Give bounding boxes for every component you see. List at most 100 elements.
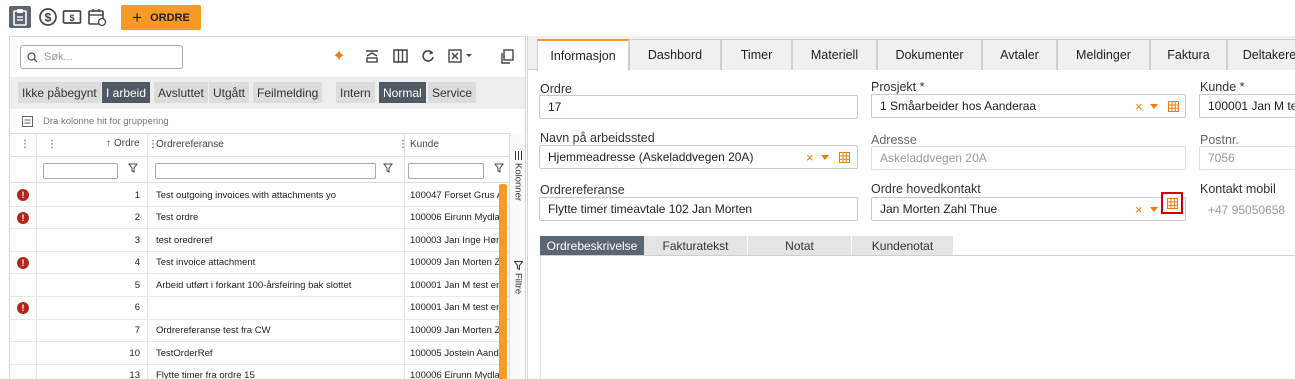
cell-kunde: 100001 Jan M test en... [410,279,500,291]
new-order-button[interactable]: + ORDRE [121,5,201,30]
table-row[interactable]: ! 2 Test ordre 100006 Eirunn Mydla... [10,207,509,230]
prosjekt-select[interactable]: 1 Småarbeider hos Aanderaa × [871,94,1186,118]
dollar-circle-icon[interactable]: $ [37,6,59,28]
money-icon[interactable]: $ [61,6,83,28]
filtre-label: Filtre [512,273,524,295]
filtre-side-tab[interactable]: Filtre [510,261,525,295]
ordre-label: Ordre [540,82,572,96]
cell-ordre: 2 [134,212,140,224]
search-placeholder: Søk... [44,51,73,63]
filter-icon[interactable] [494,163,504,173]
table-row[interactable]: 7 Ordrereferanse test fra CW 100009 Jan … [10,320,509,343]
subtab-ordrebeskrivelse[interactable]: Ordrebeskrivelse [540,236,644,255]
clipboard-icon[interactable] [9,6,31,28]
filter-avsluttet[interactable]: Avsluttet [154,82,208,103]
table-row[interactable]: ! 1 Test outgoing invoices with attachme… [10,184,509,207]
filter-intern[interactable]: Intern [336,82,375,103]
cell-ordre: 1 [134,189,140,201]
hovedkontakt-select[interactable]: Jan Morten Zahl Thue × [871,197,1186,221]
cell-kunde: 100001 Jan M test en... [410,302,500,314]
filter-feilmelding[interactable]: Feilmelding [253,82,323,103]
subtab-fakturatekst[interactable]: Fakturatekst [644,236,747,255]
warning-icon: ! [17,207,29,229]
kolonner-side-tab[interactable]: Kolonner [510,151,525,201]
status-filter-bar: Ikke påbegynt I arbeid Avsluttet Utgått … [10,77,525,109]
clear-icon[interactable]: × [1135,99,1143,114]
column-ordrereferanse[interactable]: Ordrereferanse [156,139,224,150]
row-height-icon[interactable] [363,47,381,65]
columns-small-icon [514,151,523,160]
cell-ordrereferanse: Test ordre [156,212,199,224]
cell-ordrereferanse: Flytte timer fra ordre 15 [156,370,255,379]
contact-lookup-icon[interactable] [1161,192,1183,214]
mobil-value: +47 95050658 [1208,203,1286,217]
warning-icon: ! [17,252,29,274]
mobil-label: Kontakt mobil [1200,182,1276,196]
tab-timer[interactable]: Timer [721,39,792,70]
group-drop-zone[interactable]: Dra kolonne hit for gruppering [10,109,525,133]
tab-materiell[interactable]: Materiell [792,39,877,70]
refresh-icon[interactable] [419,47,437,65]
postnr-value: 7056 [1208,151,1235,165]
filter-normal[interactable]: Normal [379,82,426,103]
kunde-filter-input[interactable] [408,163,484,179]
search-input[interactable]: Søk... [20,45,183,69]
filter-ikke-pabegynt[interactable]: Ikke påbegynt [18,82,101,103]
adresse-field: Askeladdvegen 20A [871,146,1186,170]
tab-deltakere[interactable]: Deltakere [1227,39,1295,70]
table-row[interactable]: ! 6 100001 Jan M test en... [10,297,509,320]
warning-icon: ! [17,184,29,206]
ordre-filter-input[interactable] [43,163,118,179]
arbeidssted-select[interactable]: Hjemmeadresse (Askeladdvegen 20A) × [539,145,858,169]
columns-icon[interactable] [391,47,409,65]
tab-dokumenter[interactable]: Dokumenter [877,39,982,70]
filter-service[interactable]: Service [428,82,477,103]
filter-i-arbeid[interactable]: I arbeid [102,82,151,103]
cell-kunde: 100009 Jan Morten Z... [410,325,500,337]
calendar-refresh-icon[interactable] [86,6,108,28]
table-row[interactable]: 13 Flytte timer fra ordre 15 100006 Eiru… [10,365,509,379]
tab-dashbord[interactable]: Dashbord [629,39,721,70]
sparkle-icon[interactable]: ✦ [330,47,348,65]
cell-ordrereferanse: test oredreref [156,234,213,246]
table-lookup-icon[interactable] [1168,101,1179,112]
tab-informasjon[interactable]: Informasjon [537,39,629,71]
table-row[interactable]: 3 test oredreref 100003 Jan Inge Høn... [10,229,509,252]
filter-small-icon [513,261,523,270]
clear-icon[interactable]: × [806,150,814,165]
tab-avtaler[interactable]: Avtaler [982,39,1057,70]
ordreref-field[interactable]: Flytte timer timeavtale 102 Jan Morten [539,197,858,221]
copy-icon[interactable] [498,47,516,65]
chevron-down-icon[interactable] [1150,207,1158,212]
tab-meldinger[interactable]: Meldinger [1057,39,1150,70]
subtab-notat[interactable]: Notat [748,236,851,255]
kunde-select[interactable]: 100001 Jan M test [1199,94,1295,118]
column-ordre[interactable]: ↑ Ordre [106,138,140,149]
table-lookup-icon[interactable] [839,152,850,163]
chevron-down-icon[interactable] [821,155,829,160]
column-kunde[interactable]: Kunde [410,139,439,150]
tab-faktura[interactable]: Faktura [1150,39,1227,70]
column-menu-icon[interactable]: ⋮ [20,139,30,150]
cell-kunde: 100003 Jan Inge Høn... [410,234,500,246]
filter-icon[interactable] [128,163,138,173]
column-menu-icon[interactable]: ⋮ [47,139,57,150]
clear-icon[interactable]: × [1135,202,1143,217]
subtab-kundenotat[interactable]: Kundenotat [852,236,953,255]
description-editor[interactable] [540,256,1295,379]
column-menu-icon[interactable]: ⋮ [398,139,408,150]
chevron-down-icon[interactable] [1150,104,1158,109]
warning-icon: ! [17,297,29,319]
table-row[interactable]: 5 Arbeid utført i forkant 100-årsfeiring… [10,274,509,297]
ordre-field[interactable]: 17 [539,95,858,119]
ordrereferanse-filter-input[interactable] [155,163,376,179]
cell-ordre: 5 [134,279,140,291]
filter-utgatt[interactable]: Utgått [209,82,250,103]
table-row[interactable]: 10 TestOrderRef 100005 Jostein Aand... [10,342,509,365]
vertical-scrollbar[interactable] [499,184,507,379]
filter-icon[interactable] [383,163,393,173]
excel-export-icon[interactable] [447,47,477,65]
table-row[interactable]: ! 4 Test invoice attachment 100009 Jan M… [10,252,509,275]
cell-kunde: 100006 Eirunn Mydla... [410,370,500,379]
prosjekt-label: Prosjekt * [871,80,925,94]
